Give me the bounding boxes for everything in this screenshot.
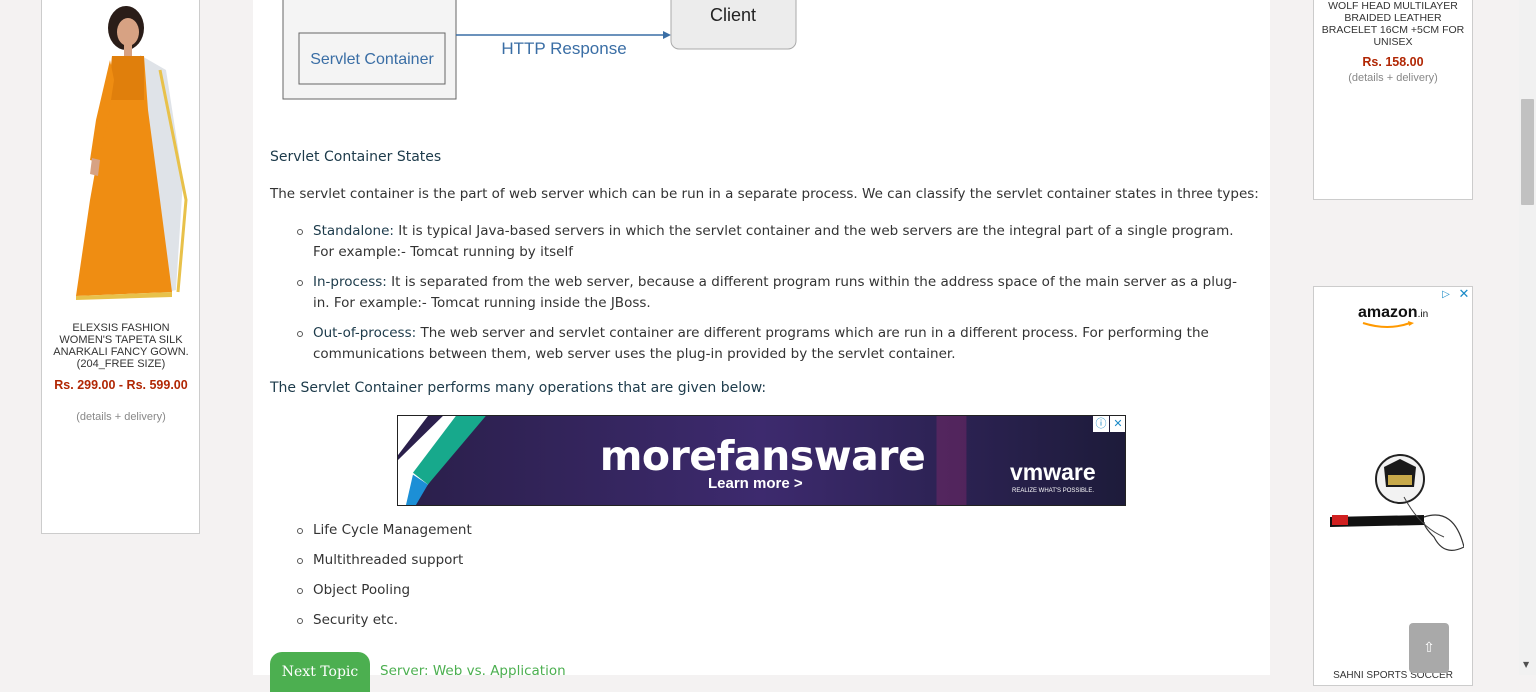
scroll-down-arrow-icon[interactable]: ▼	[1523, 660, 1529, 669]
state-text: It is separated from the web server, bec…	[313, 274, 1237, 311]
servlet-container-label: Servlet Container	[310, 51, 434, 68]
right-amazon-ad[interactable]: ▷ ✕ amazon.in SAHNI SPORTS SOCCER	[1313, 286, 1473, 686]
http-response-label: HTTP Response	[501, 39, 626, 58]
states-list: Standalone: It is typical Java-based ser…	[297, 221, 1253, 365]
list-item: Object Pooling	[297, 580, 472, 610]
vmware-banner-ad[interactable]: morefansware Learn more > vmware REALIZE…	[397, 415, 1126, 506]
amazon-logo: amazon.in	[1358, 304, 1429, 328]
product-title[interactable]: ELEXSIS FASHION WOMEN'S TAPETA SILK ANAR…	[46, 322, 196, 370]
adchoices-icon[interactable]: ▷	[1438, 287, 1454, 303]
states-intro-paragraph: The servlet container is the part of web…	[270, 186, 1259, 202]
adchoices-icon[interactable]: ⓘ	[1093, 416, 1109, 432]
soccer-trainer-product-image[interactable]	[1324, 447, 1464, 567]
vmware-logo: vmware	[1010, 459, 1096, 485]
product-title[interactable]: WOLF HEAD MULTILAYER BRAIDED LEATHER BRA…	[1318, 0, 1468, 48]
list-item: Multithreaded support	[297, 550, 472, 580]
amazon-logo-suffix: .in	[1417, 309, 1429, 320]
list-item: Life Cycle Management	[297, 520, 472, 550]
section-heading-states: Servlet Container States	[270, 149, 442, 165]
state-text: The web server and servlet container are…	[313, 325, 1209, 362]
list-item: Out-of-process: The web server and servl…	[297, 323, 1253, 365]
left-product-ad[interactable]: ELEXSIS FASHION WOMEN'S TAPETA SILK ANAR…	[41, 0, 200, 534]
state-term: Out-of-process:	[313, 325, 417, 341]
list-item: In-process: It is separated from the web…	[297, 272, 1253, 314]
next-topic-button[interactable]: Next Topic	[270, 652, 370, 692]
next-topic-link[interactable]: Server: Web vs. Application	[380, 663, 566, 679]
operations-list: Life Cycle Management Multithreaded supp…	[297, 520, 472, 640]
section-heading-operations: The Servlet Container performs many oper…	[270, 380, 767, 396]
amazon-logo-text: amazon	[1358, 304, 1418, 321]
state-text: It is typical Java-based servers in whic…	[313, 223, 1234, 260]
scroll-to-top-button[interactable]: ⇧	[1409, 623, 1449, 673]
article-content: Servlet Container HTTP Response Client S…	[253, 0, 1270, 692]
close-ad-icon[interactable]: ✕	[1110, 416, 1125, 432]
vmware-tagline: REALIZE WHAT'S POSSIBLE.	[1012, 488, 1095, 494]
gown-product-image[interactable]	[48, 0, 194, 305]
scrollbar-thumb[interactable]	[1521, 99, 1534, 205]
list-item: Standalone: It is typical Java-based ser…	[297, 221, 1253, 263]
product-price: Rs. 158.00	[1362, 55, 1424, 69]
learn-more-link[interactable]: Learn more >	[708, 475, 803, 492]
product-price: Rs. 299.00 - Rs. 599.00	[54, 378, 188, 392]
right-product-ad-top[interactable]: WOLF HEAD MULTILAYER BRAIDED LEATHER BRA…	[1313, 0, 1473, 200]
page-scrollbar[interactable]: ▼	[1519, 0, 1536, 675]
state-term: In-process:	[313, 274, 387, 290]
list-item: Security etc.	[297, 610, 472, 640]
details-delivery-link[interactable]: (details + delivery)	[1318, 72, 1468, 84]
details-delivery-link[interactable]: (details + delivery)	[46, 411, 196, 423]
servlet-diagram: Servlet Container HTTP Response Client	[282, 0, 797, 100]
client-label: Client	[710, 5, 756, 25]
amazon-smile-icon	[1362, 321, 1414, 328]
close-ad-icon[interactable]: ✕	[1456, 287, 1472, 303]
state-term: Standalone:	[313, 223, 394, 239]
